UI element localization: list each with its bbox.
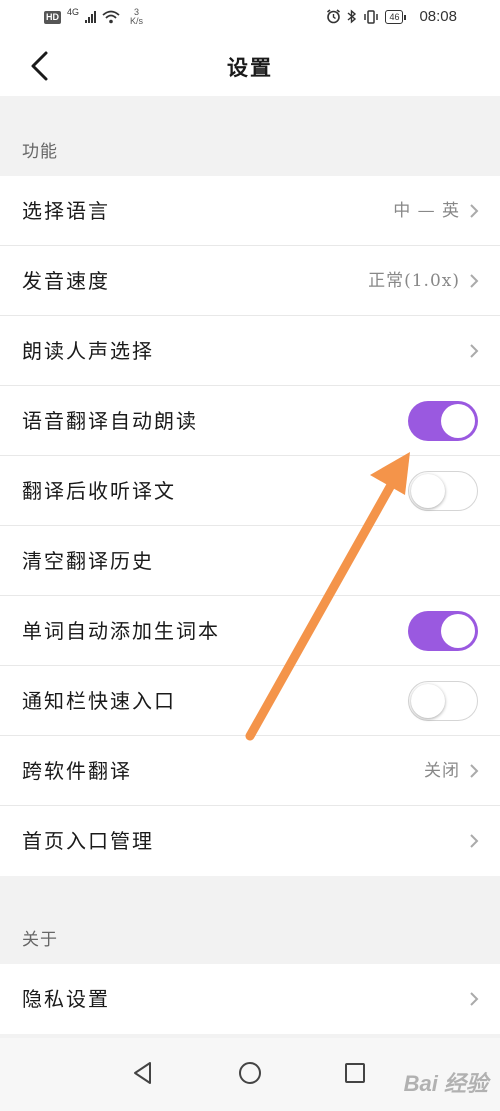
status-left: HD 4G 3 K/s [44, 6, 143, 26]
settings-list-features: 选择语言 中 — 英 发音速度 正常(1.0x) 朗读人声选择 语音翻译自动朗读… [0, 176, 500, 876]
hd-badge: HD [44, 10, 61, 24]
row-value: 正常(1.0x) [368, 271, 460, 291]
row-label: 朗读人声选择 [22, 339, 154, 363]
toggle-knob [411, 684, 445, 718]
home-circle-icon[interactable] [235, 1058, 265, 1088]
chevron-right-icon [470, 344, 479, 358]
section-header-features: 功能 [0, 96, 500, 176]
row-label: 跨软件翻译 [22, 759, 132, 783]
page-title: 设置 [227, 55, 273, 80]
row-auto-read-voice-translation: 语音翻译自动朗读 [0, 386, 500, 456]
row-label: 清空翻译历史 [22, 549, 154, 573]
chevron-right-icon [470, 834, 479, 848]
toggle-knob [441, 614, 475, 648]
row-home-entry-management[interactable]: 首页入口管理 [0, 806, 500, 876]
auto-add-vocabulary-toggle[interactable] [408, 611, 478, 651]
vibrate-icon [364, 9, 379, 24]
row-label: 选择语言 [22, 199, 110, 223]
chevron-right-icon [470, 764, 479, 778]
row-auto-add-vocabulary: 单词自动添加生词本 [0, 596, 500, 666]
network-speed: 3 K/s [130, 8, 143, 26]
row-label: 单词自动添加生词本 [22, 619, 220, 643]
row-value: 中 — 英 [393, 201, 460, 221]
recents-square-icon[interactable] [340, 1058, 370, 1088]
section-header-about: 关于 [0, 884, 500, 964]
row-notification-shortcut: 通知栏快速入口 [0, 666, 500, 736]
status-bar: HD 4G 3 K/s 46 08:08 [0, 0, 500, 36]
settings-list-about: 隐私设置 [0, 964, 500, 1034]
row-label: 首页入口管理 [22, 829, 154, 853]
network-type: 4G [67, 6, 80, 17]
battery-icon: 46 [385, 9, 407, 24]
wifi-icon [102, 10, 120, 24]
chevron-right-icon [470, 992, 479, 1006]
toggle-knob [441, 404, 475, 438]
alarm-icon [327, 9, 341, 24]
signal-icon [85, 11, 97, 23]
row-label: 翻译后收听译文 [22, 479, 176, 503]
auto-read-toggle[interactable] [408, 401, 478, 441]
speed-unit: K/s [130, 16, 144, 26]
section-title: 功能 [22, 142, 58, 162]
bluetooth-icon [347, 9, 357, 24]
toggle-knob [411, 474, 445, 508]
title-bar: 设置 [0, 36, 500, 96]
row-label: 发音速度 [22, 269, 110, 293]
row-label: 隐私设置 [22, 987, 110, 1011]
row-clear-history[interactable]: 清空翻译历史 [0, 526, 500, 596]
row-label: 通知栏快速入口 [22, 689, 176, 713]
watermark: Bai 经验 [403, 1071, 488, 1096]
clock: 08:08 [419, 8, 457, 25]
status-right: 46 08:08 [326, 8, 457, 25]
chevron-right-icon [470, 274, 479, 288]
row-voice-selection[interactable]: 朗读人声选择 [0, 316, 500, 386]
row-value: 关闭 [424, 761, 460, 781]
back-triangle-icon[interactable] [128, 1058, 158, 1088]
row-select-language[interactable]: 选择语言 中 — 英 [0, 176, 500, 246]
row-listen-after-translate: 翻译后收听译文 [0, 456, 500, 526]
listen-after-translate-toggle[interactable] [408, 471, 478, 511]
chevron-right-icon [470, 204, 479, 218]
row-cross-app-translate[interactable]: 跨软件翻译 关闭 [0, 736, 500, 806]
row-privacy-settings[interactable]: 隐私设置 [0, 964, 500, 1034]
section-title: 关于 [22, 930, 58, 950]
row-pronunciation-speed[interactable]: 发音速度 正常(1.0x) [0, 246, 500, 316]
notification-shortcut-toggle[interactable] [408, 681, 478, 721]
row-label: 语音翻译自动朗读 [22, 409, 198, 433]
